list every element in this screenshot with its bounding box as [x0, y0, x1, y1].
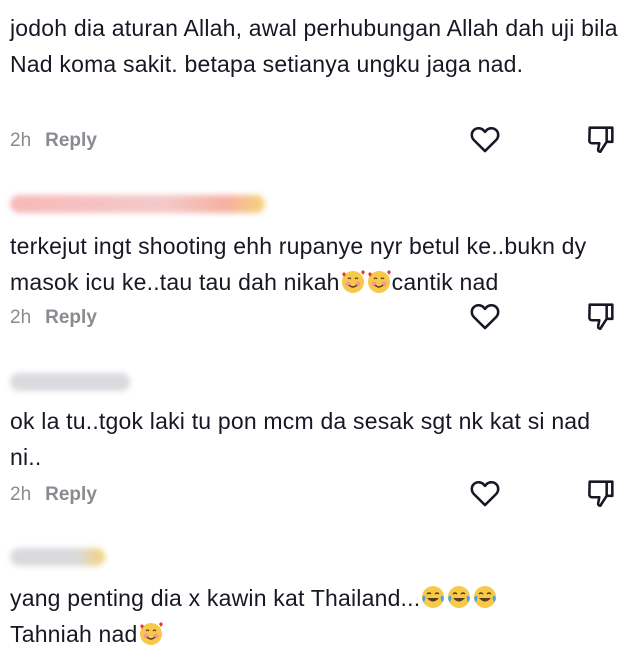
comment-text-part: Tahniah nad [10, 621, 138, 647]
reply-button[interactable]: Reply [45, 484, 97, 505]
username-blurred [10, 195, 265, 213]
heart-icon[interactable] [468, 122, 502, 156]
comment-text: terkejut ingt shooting ehh rupanye nyr b… [10, 228, 620, 300]
comment-text: ok la tu..tgok laki tu pon mcm da sesak … [10, 408, 597, 470]
comment-text: yang penting dia x kawin kat Thailand...… [10, 580, 620, 652]
comment-text-part: cantik nad [391, 269, 499, 295]
username-blurred [10, 373, 130, 391]
tears-of-joy-emoji-icon [448, 586, 471, 608]
comment-time: 2h [10, 484, 32, 505]
comment-time: 2h [10, 130, 32, 151]
smiling-face-with-hearts-emoji-icon [367, 270, 391, 293]
thumbs-down-icon[interactable] [584, 122, 618, 156]
comment-time: 2h [10, 307, 32, 328]
tears-of-joy-emoji-icon [474, 586, 497, 608]
comment-meta: 2h Reply [10, 130, 97, 152]
heart-icon[interactable] [468, 476, 502, 510]
thumbs-down-icon[interactable] [584, 299, 618, 333]
reply-button[interactable]: Reply [45, 130, 97, 151]
comment-text-part: terkejut ingt shooting ehh rupanye nyr b… [10, 233, 593, 295]
thumbs-down-icon[interactable] [584, 476, 618, 510]
reply-button[interactable]: Reply [45, 307, 97, 328]
comment-text-part: yang penting dia x kawin kat Thailand... [10, 585, 421, 611]
comment-text: jodoh dia aturan Allah, awal perhubungan… [10, 15, 625, 77]
tears-of-joy-emoji-icon [422, 586, 445, 608]
heart-icon[interactable] [468, 299, 502, 333]
comment-meta: 2h Reply [10, 484, 97, 506]
smiling-face-with-hearts-emoji-icon [139, 622, 163, 645]
smiling-face-with-hearts-emoji-icon [341, 270, 365, 293]
comment-meta: 2h Reply [10, 307, 97, 329]
username-blurred [10, 548, 105, 566]
